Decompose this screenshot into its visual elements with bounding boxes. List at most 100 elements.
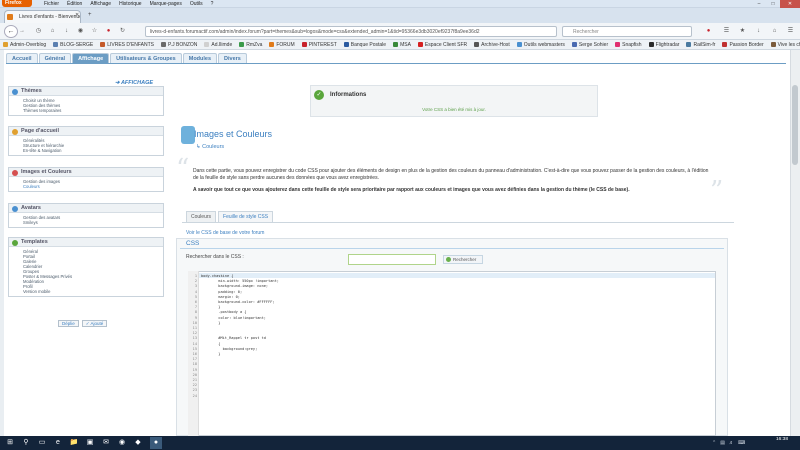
bookmark-item[interactable]: Ad.Ilimde (204, 42, 232, 48)
admin-tab[interactable]: Divers (218, 53, 247, 63)
css-search-input[interactable] (348, 254, 436, 265)
forward-icon[interactable]: → (19, 28, 25, 34)
volume-icon[interactable]: ♬ (729, 440, 734, 446)
bookmark-favicon-icon (686, 42, 692, 47)
expand-button[interactable]: ✓ Ajouté (81, 320, 108, 327)
bookmark-label: Snapfish (622, 41, 642, 48)
star-icon[interactable]: ☆ (90, 27, 99, 36)
firefox-menu-button[interactable]: Firefox (2, 0, 32, 7)
menu-item[interactable]: Affichage (90, 0, 111, 8)
admin-tab[interactable]: Accueil (6, 53, 38, 63)
sidebar-group-title[interactable]: Templates (9, 238, 163, 247)
maximize-icon[interactable]: □ (766, 0, 780, 8)
menu-item[interactable]: Fichier (44, 0, 59, 8)
css-base-link[interactable]: Voir le CSS de base de votre forum (186, 230, 264, 236)
hamburger-menu-icon[interactable]: ☰ (786, 27, 795, 36)
bookmark-item[interactable]: Snapfish (615, 41, 642, 48)
bookmarks-bar: Admin-Overblog BLOG-SERGE LIVRES D'ENFANTS… (0, 40, 800, 50)
menu-item[interactable]: ? (211, 0, 214, 8)
download-icon[interactable]: ↓ (62, 27, 71, 36)
bookmark-item[interactable]: Passion Border (722, 42, 764, 48)
bookmark-item[interactable]: Archive-Host (474, 42, 510, 48)
sidebar-item[interactable]: Couleurs (23, 184, 163, 189)
tab-strip (0, 8, 800, 23)
code-line: body.chaskine { (201, 274, 234, 278)
sidebar-group-label: Images et Couleurs (21, 169, 72, 175)
tab-feuille-de-style[interactable]: Feuille de style CSS (218, 211, 274, 222)
abp-icon[interactable]: ● (704, 27, 713, 36)
sidebar-item[interactable]: Thèmes temporaires (23, 108, 163, 113)
bookmark-item[interactable]: FORUM (269, 41, 295, 48)
task-view-icon[interactable]: ▭ (36, 437, 48, 449)
sidebar-item[interactable]: En-tête & Navigation (23, 148, 163, 153)
bookmark-item[interactable]: Vive les chiens (770, 42, 800, 48)
explorer-icon[interactable]: 📁 (68, 437, 80, 449)
search-field[interactable]: Rechercher (562, 26, 692, 37)
store-icon[interactable]: ▣ (84, 437, 96, 449)
home-icon[interactable]: ⌂ (48, 27, 57, 36)
menu-item[interactable]: Marque-pages (150, 0, 182, 8)
reload-icon[interactable]: ↻ (118, 27, 127, 36)
bookmark-item[interactable]: Espace Client SFR (417, 41, 468, 48)
sidebar-group-title[interactable]: Thèmes (9, 87, 163, 96)
bookmark-label: Espace Client SFR (424, 41, 468, 48)
admin-tab[interactable]: Modules (182, 53, 218, 63)
menu-item[interactable]: Édition (67, 0, 82, 8)
bookmark-item[interactable]: LIVRES D'ENFANTS (100, 42, 154, 48)
new-tab-icon[interactable]: + (88, 12, 92, 18)
minimize-icon[interactable]: – (752, 0, 766, 8)
admin-tab[interactable]: Affichage (72, 53, 110, 63)
sidebar-group-title[interactable]: Page d'accueil (9, 127, 163, 136)
keyboard-icon[interactable]: ⌨ (738, 440, 745, 446)
sidebar-item[interactable]: Version mobile (23, 289, 163, 294)
sidebar-item[interactable]: Smileys (23, 220, 163, 225)
bookmark-item[interactable]: Outils webmasters (516, 42, 565, 48)
search-taskbar-icon[interactable]: ⚲ (20, 437, 32, 449)
app2-icon[interactable]: ◆ (132, 437, 144, 449)
bookmark-item[interactable]: RailSim-fr (686, 42, 715, 48)
tab-couleurs[interactable]: Couleurs (186, 211, 217, 222)
close-icon[interactable]: ✕ (780, 0, 800, 8)
line-number: 6 (194, 300, 197, 304)
ublock-icon[interactable]: ◉ (76, 27, 85, 36)
scrollbar-thumb[interactable] (792, 85, 798, 165)
tab-close-icon[interactable]: ✕ (75, 12, 79, 18)
bookmark-item[interactable]: PINTEREST (301, 42, 337, 48)
admin-tab[interactable]: Général (38, 53, 72, 63)
bookmark-item[interactable]: Banque Postale (343, 42, 386, 48)
sidebar-group-title[interactable]: Images et Couleurs (9, 168, 163, 177)
pinterest-icon[interactable]: ● (104, 27, 113, 36)
bookmark-item[interactable]: Serge Sohier (571, 42, 608, 48)
edge-icon[interactable]: e (52, 437, 64, 449)
collapse-button[interactable]: Déplie (58, 320, 79, 327)
browser-tab[interactable]: Livres d'enfants - Bienvenue s... (4, 10, 81, 23)
admin-tab[interactable]: Utilisateurs & Groupes (110, 53, 182, 63)
bookmark-item[interactable]: P.J BONZON (161, 42, 197, 48)
bookmark-item[interactable]: RmZva (239, 42, 262, 48)
reader-icon[interactable]: ☰ (722, 27, 731, 36)
sidebar-group-title[interactable]: Avatars (9, 204, 163, 213)
back-icon[interactable]: ← (4, 25, 18, 38)
network-icon[interactable]: ▤ (720, 440, 725, 446)
bookmark-label: FORUM (276, 41, 295, 48)
mail-icon[interactable]: ✉ (100, 437, 112, 449)
home-button-icon[interactable]: ⌂ (770, 27, 779, 36)
sidebar-group-icon (12, 128, 18, 135)
app-icon[interactable]: ◉ (116, 437, 128, 449)
bookmark-item[interactable]: Flightradar (648, 42, 679, 48)
sidebar-group: Images et Couleurs Gestion des images Coul… (8, 167, 164, 192)
chevron-up-icon[interactable]: ⌃ (712, 440, 716, 446)
bookmark-item[interactable]: BLOG-SERGE (53, 42, 93, 48)
windows-start-icon[interactable]: ⊞ (4, 437, 16, 449)
firefox-taskbar-icon[interactable]: ● (150, 437, 162, 449)
menu-item[interactable]: Outils (190, 0, 203, 8)
bookmark-item[interactable]: MSA (393, 42, 411, 48)
css-editor[interactable] (188, 271, 716, 436)
bookmark-item[interactable]: Admin-Overblog (3, 42, 46, 48)
menu-item[interactable]: Historique (119, 0, 142, 8)
address-bar[interactable]: livres-d-enfants.forumactif.com/admin/in… (145, 26, 557, 37)
code-line: background-color: #FFFFFF; (201, 300, 275, 304)
bookmark-icon[interactable]: ★ (738, 27, 747, 36)
downloads-icon[interactable]: ↓ (754, 27, 763, 36)
history-icon[interactable]: ◷ (34, 27, 43, 36)
